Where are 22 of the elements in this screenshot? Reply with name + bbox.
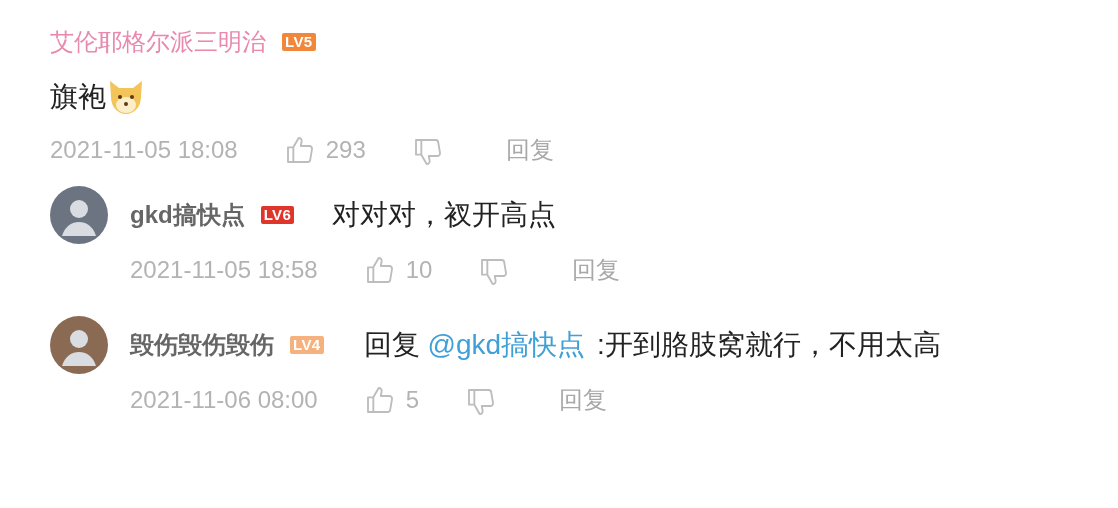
reply-button[interactable]: 回复 xyxy=(572,252,621,288)
username[interactable]: 毁伤毁伤毁伤 xyxy=(130,327,274,363)
avatar-icon xyxy=(50,316,108,374)
username[interactable]: gkd搞快点 xyxy=(130,197,245,233)
reply-text: 对对对，衩开高点 xyxy=(332,198,557,232)
like-count: 10 xyxy=(405,255,433,285)
timestamp: 2021-11-05 18:58 xyxy=(130,255,318,285)
reply-text: :开到胳肢窝就行，不用太高 xyxy=(597,328,941,362)
mention-link[interactable]: @gkd搞快点 xyxy=(427,324,586,366)
reply-prefix: 回复 xyxy=(363,328,420,362)
like-count: 5 xyxy=(405,385,420,415)
reply-button[interactable]: 回复 xyxy=(505,132,554,168)
reply-button[interactable]: 回复 xyxy=(559,382,608,418)
comment-text: 旗袍 xyxy=(50,80,106,114)
level-badge: LV4 xyxy=(290,336,324,354)
level-badge: LV5 xyxy=(282,33,316,51)
avatar-icon xyxy=(50,186,108,244)
like-count: 293 xyxy=(325,135,366,165)
timestamp: 2021-11-06 08:00 xyxy=(130,385,318,415)
timestamp: 2021-11-05 18:08 xyxy=(50,135,238,165)
username[interactable]: 艾伦耶格尔派三明治 xyxy=(50,24,266,60)
level-badge: LV6 xyxy=(260,206,295,224)
